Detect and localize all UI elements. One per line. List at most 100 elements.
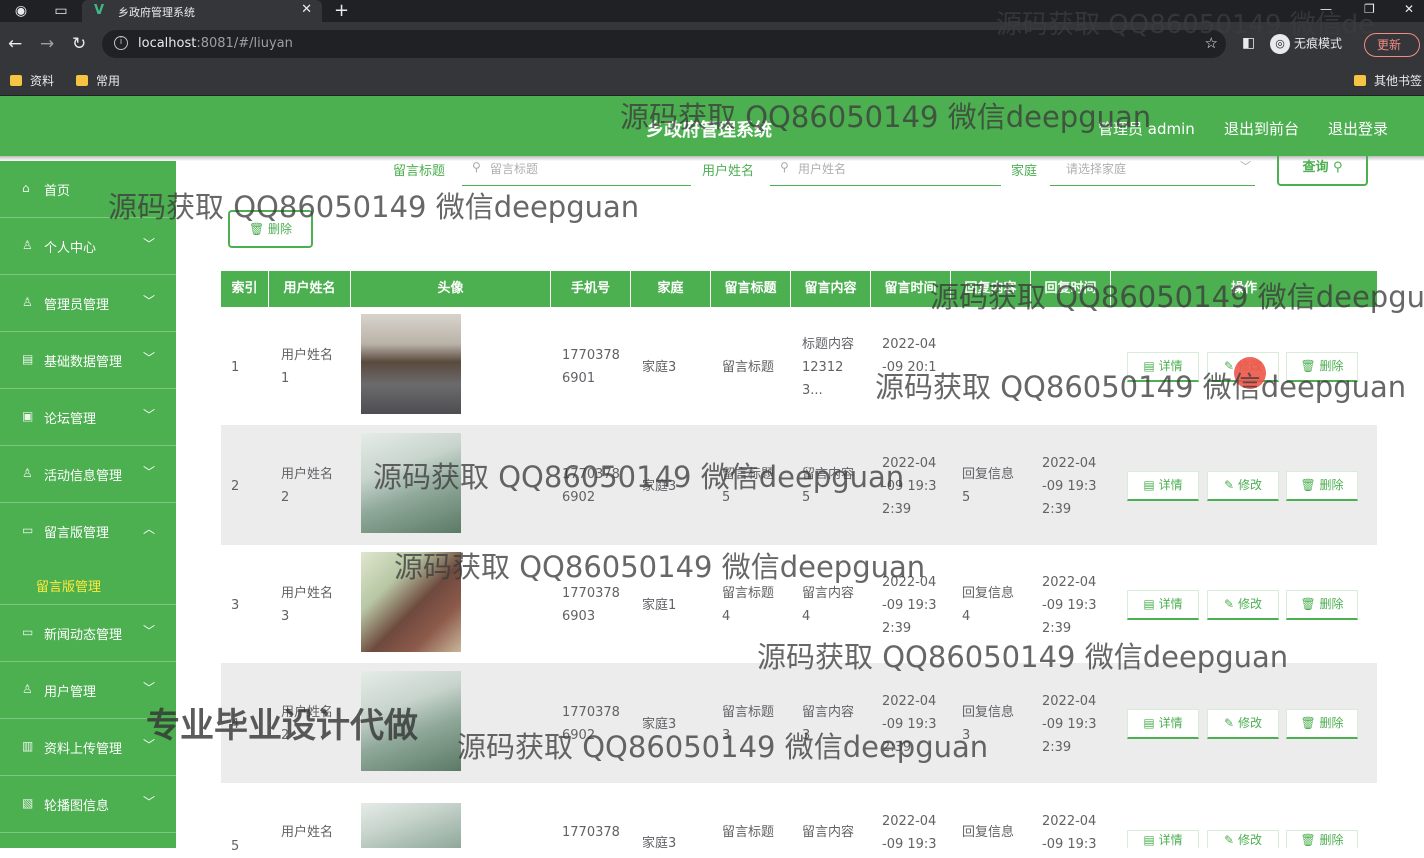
sidebar-item-label: 用户管理 xyxy=(44,685,97,700)
detail-label: 详情 xyxy=(1158,478,1183,492)
url-field[interactable]: i localhost:8081/#/liuyan ☆ xyxy=(102,30,1226,58)
sidebar-item-profile[interactable]: ♙ 个人中心 ﹀ xyxy=(0,218,176,275)
sidebar-item-news[interactable]: ▭ 新闻动态管理 ﹀ xyxy=(0,605,176,662)
col-content[interactable]: 留言内容 xyxy=(791,271,871,307)
edit-button[interactable]: ✎ 修改 xyxy=(1207,830,1279,848)
detail-button[interactable]: ▤ 详情 xyxy=(1127,830,1199,848)
bookmark-folder[interactable]: 资料 xyxy=(10,72,54,89)
col-actions: 操作 xyxy=(1230,281,1257,296)
delete-label: 删除 xyxy=(1319,359,1344,373)
edit-button[interactable]: ✎ 修改 xyxy=(1207,709,1279,739)
cell-content: 留言内容 4 xyxy=(802,586,855,624)
search-name-input[interactable]: ⚲ 用户姓名 xyxy=(770,156,1001,186)
sidebar-item-messages[interactable]: ▭ 留言版管理 ︿ xyxy=(0,503,176,560)
user-icon: ♙ xyxy=(22,295,33,309)
placeholder: 请选择家庭 xyxy=(1066,162,1127,176)
cell-title: 留言标题 5 xyxy=(722,467,775,505)
bookmark-folder[interactable]: 常用 xyxy=(76,72,120,89)
image-icon: ▧ xyxy=(22,796,34,810)
sidebar-item-basedata[interactable]: ▤ 基础数据管理 ﹀ xyxy=(0,332,176,389)
cell-name: 用户姓名 xyxy=(281,825,334,840)
vue-logo-icon: V xyxy=(94,3,105,18)
cell-reply: 回复信息 4 xyxy=(962,586,1015,624)
sidebar-item-label: 个人中心 xyxy=(44,241,97,256)
sidebar-item-home[interactable]: ⌂ 首页 xyxy=(0,161,176,218)
trash-icon: 🗑 xyxy=(1300,597,1316,611)
cell-name: 用户姓名 3 xyxy=(281,586,334,624)
batch-delete-button[interactable]: 🗑 删除 xyxy=(228,210,313,248)
detail-button[interactable]: ▤ 详情 xyxy=(1127,709,1199,739)
update-button[interactable]: 更新 xyxy=(1364,33,1420,57)
delete-label: 删除 xyxy=(1319,478,1344,492)
chevron-down-icon: ﹀ xyxy=(143,408,156,422)
maximize-icon[interactable]: ❐ xyxy=(1364,2,1375,16)
cell-family: 家庭3 xyxy=(642,836,677,851)
col-name[interactable]: 用户姓名 xyxy=(269,271,351,307)
other-bookmarks[interactable]: 其他书签 xyxy=(1354,72,1422,89)
tab-title: 乡政府管理系统 xyxy=(118,6,195,19)
col-reply[interactable]: 回复内容 xyxy=(951,271,1031,307)
cell-reply-time: 2022-04 -09 19:3 2:39 xyxy=(1042,694,1097,755)
detail-button[interactable]: ▤ 详情 xyxy=(1127,471,1199,501)
cell-name: 用户姓名 2 xyxy=(281,467,334,505)
search-title-input[interactable]: ⚲ 留言标题 xyxy=(462,156,691,186)
avatar xyxy=(361,433,461,533)
sidebar-item-label: 论坛管理 xyxy=(44,412,97,427)
back-to-front-link[interactable]: 退出到前台 xyxy=(1224,118,1299,139)
cell-title: 留言标题 3 xyxy=(722,705,775,743)
cursor-highlight xyxy=(1234,357,1266,389)
minimize-icon[interactable]: — xyxy=(1320,2,1332,16)
data-icon: ▤ xyxy=(22,352,34,366)
sidebar-item-carousel[interactable]: ▧ 轮播图信息 ﹀ xyxy=(0,776,176,833)
cell-phone: 1770378 xyxy=(562,825,620,840)
close-tab-icon[interactable]: ✕ xyxy=(301,2,312,17)
reload-icon[interactable]: ↻ xyxy=(72,34,86,54)
delete-button[interactable]: 🗑 删除 xyxy=(1286,590,1358,620)
col-family[interactable]: 家庭 xyxy=(631,271,711,307)
col-phone[interactable]: 手机号 xyxy=(551,271,631,307)
trash-icon: 🗑 xyxy=(1300,833,1316,847)
forward-icon[interactable]: → xyxy=(40,34,54,54)
delete-button[interactable]: 🗑 删除 xyxy=(1286,471,1358,501)
family-select[interactable]: 请选择家庭 ﹀ xyxy=(1050,156,1255,186)
sidebar-item-activity[interactable]: ♙ 活动信息管理 ﹀ xyxy=(0,446,176,503)
new-tab-icon[interactable]: + xyxy=(334,0,349,21)
close-window-icon[interactable]: ✕ xyxy=(1404,2,1414,16)
detail-label: 详情 xyxy=(1158,716,1183,730)
query-button[interactable]: 查询 ⚲ xyxy=(1277,156,1368,186)
url-path: :8081/#/liuyan xyxy=(196,36,293,51)
col-index[interactable]: 索引 xyxy=(221,271,269,307)
detail-button[interactable]: ▤ 详情 xyxy=(1127,352,1199,382)
chevron-up-icon: ︿ xyxy=(143,522,156,536)
browser-menu-icon[interactable]: ◉ xyxy=(12,2,30,20)
chevron-down-icon: ﹀ xyxy=(143,294,156,308)
delete-button[interactable]: 🗑 删除 xyxy=(1286,830,1358,848)
col-reply-time[interactable]: 回复时间 xyxy=(1031,271,1111,307)
sidebar-subitem-messages[interactable]: 留言版管理 xyxy=(0,560,176,605)
bookmark-star-icon[interactable]: ☆ xyxy=(1205,34,1218,52)
site-info-icon[interactable]: i xyxy=(114,36,128,50)
message-icon: ▭ xyxy=(22,523,34,537)
cell-title: 留言标题 xyxy=(722,360,775,375)
browser-tab[interactable]: V 乡政府管理系统 ✕ xyxy=(82,0,322,22)
avatar xyxy=(361,552,461,652)
sidebar-item-admins[interactable]: ♙ 管理员管理 ﹀ xyxy=(0,275,176,332)
edit-button[interactable]: ✎ 修改 xyxy=(1207,590,1279,620)
edit-button[interactable]: ✎ 修改 xyxy=(1207,471,1279,501)
chevron-down-icon: ﹀ xyxy=(143,795,156,809)
bookmark-label: 其他书签 xyxy=(1374,74,1423,88)
col-title[interactable]: 留言标题 xyxy=(711,271,791,307)
sidepanel-icon[interactable]: ◧ xyxy=(1242,35,1255,51)
delete-button[interactable]: 🗑 删除 xyxy=(1286,709,1358,739)
delete-label: 删除 xyxy=(268,222,293,236)
incognito-indicator[interactable]: ◎ 无痕模式 xyxy=(1270,34,1342,54)
delete-button[interactable]: 🗑 删除 xyxy=(1286,352,1358,382)
col-time[interactable]: 留言时间 xyxy=(871,271,951,307)
sidebar-item-forum[interactable]: ▣ 论坛管理 ﹀ xyxy=(0,389,176,446)
logout-link[interactable]: 退出登录 xyxy=(1328,118,1388,139)
detail-button[interactable]: ▤ 详情 xyxy=(1127,590,1199,620)
back-icon[interactable]: ← xyxy=(8,34,22,54)
col-avatar[interactable]: 头像 xyxy=(351,271,551,307)
window-icon[interactable]: ▭ xyxy=(52,2,70,20)
edit-label: 修改 xyxy=(1237,597,1262,611)
